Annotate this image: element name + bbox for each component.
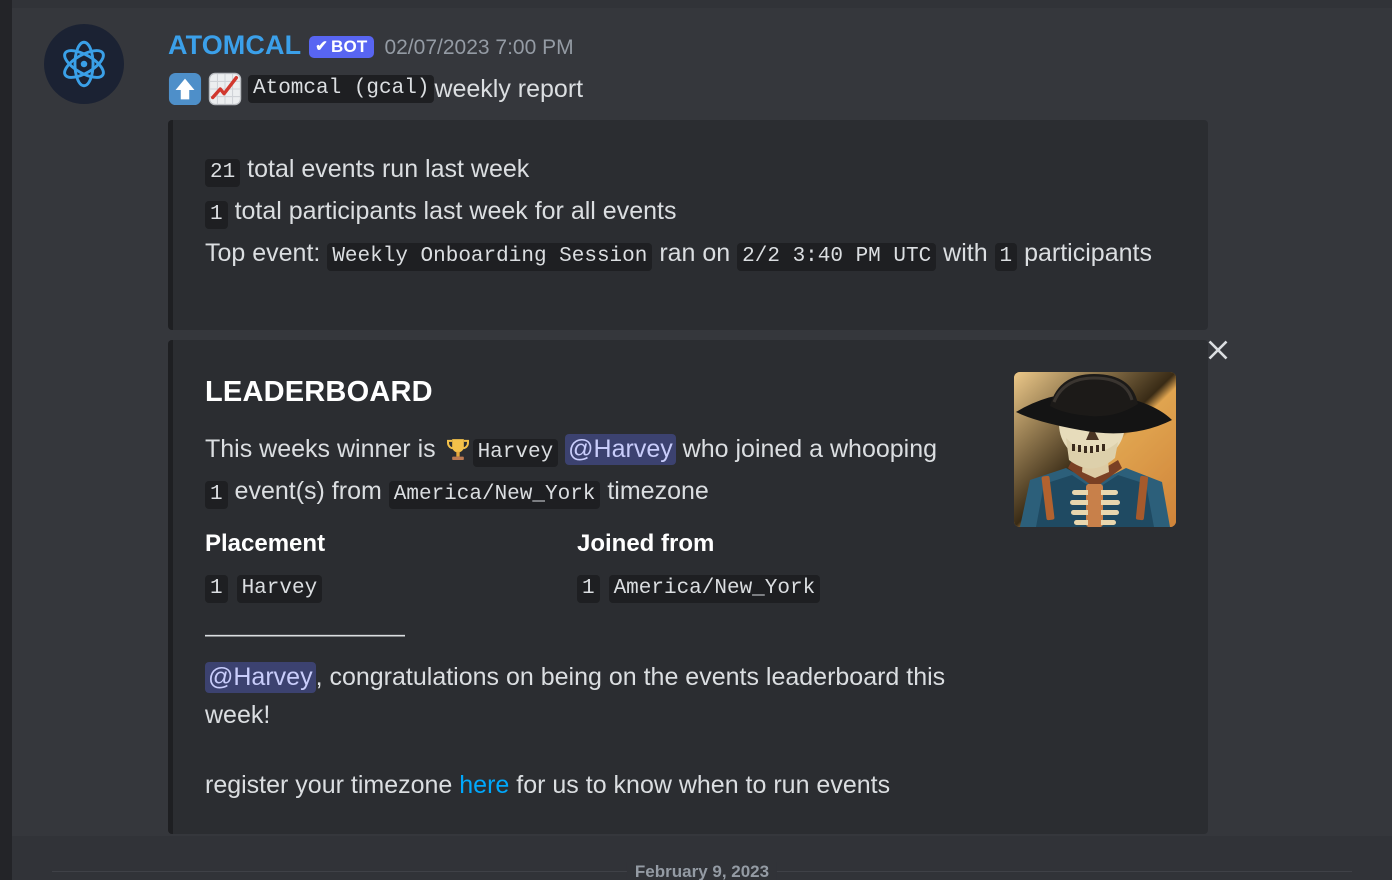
winner-name-code: Harvey	[472, 439, 559, 467]
register-prefix: register your timezone	[205, 771, 460, 799]
message-top-gutter	[12, 0, 1392, 8]
date-divider: February 9, 2023	[12, 862, 1392, 880]
top-event-middle: ran on	[652, 239, 738, 267]
total-participants-label: total participants last week for all eve…	[234, 197, 677, 225]
trophy-emoji	[443, 437, 473, 465]
top-event-name: Weekly Onboarding Session	[327, 243, 653, 271]
embed-1-description: 21 total events run last week 1 total pa…	[205, 150, 1165, 276]
field-placement-name: Placement	[205, 530, 326, 557]
field-placement: Placement 1 Harvey	[205, 530, 577, 606]
congrats-body: , congratulations on being on the events…	[205, 663, 946, 729]
field-joined-from: Joined from 1 America/New_York	[577, 530, 949, 606]
message-header: ATOMCAL ✔ BOT 02/07/2023 7:00 PM	[168, 30, 574, 61]
atom-logo-icon	[63, 40, 105, 88]
skeleton-cowboy-artwork-thumbnail[interactable]	[1014, 372, 1176, 527]
register-suffix: for us to know when to run events	[509, 771, 891, 799]
message-title-line: Atomcal (gcal) weekly report	[168, 72, 583, 106]
message-block[interactable]: ATOMCAL ✔ BOT 02/07/2023 7:00 PM Atomcal…	[12, 8, 1392, 836]
bot-badge-label: BOT	[330, 36, 368, 56]
congrats-mention[interactable]: @Harvey	[205, 662, 316, 693]
winner-joined-text: who joined a whooping	[675, 435, 938, 463]
placement-rank: 1	[205, 575, 228, 603]
winner-intro: This weeks winner is	[205, 435, 443, 463]
stat-line-total-events: 21 total events run last week	[205, 150, 1165, 192]
winner-mention[interactable]: @Harvey	[565, 434, 676, 465]
top-event-prefix: Top event:	[205, 239, 328, 267]
total-participants-count: 1	[205, 201, 228, 229]
top-event-with: with	[936, 239, 995, 267]
winner-timezone: America/New_York	[388, 481, 601, 509]
close-icon[interactable]	[1200, 332, 1236, 368]
joined-from-rank: 1	[577, 575, 600, 603]
discord-message-view: ATOMCAL ✔ BOT 02/07/2023 7:00 PM Atomcal…	[0, 0, 1392, 880]
winner-event-count: 1	[205, 481, 228, 509]
avatar[interactable]	[44, 24, 124, 104]
server-rail-sliver	[0, 0, 12, 880]
embed-divider-dashes: ————————	[205, 620, 405, 648]
top-event-participants: 1	[994, 243, 1018, 271]
embed-register-text: register your timezone here for us to kn…	[205, 766, 1025, 804]
title-suffix: weekly report	[434, 74, 584, 103]
register-timezone-link[interactable]: here	[459, 771, 509, 799]
field-placement-value: 1 Harvey	[205, 568, 577, 606]
verified-check-icon: ✔	[315, 37, 328, 55]
winner-timezone-suffix: timezone	[600, 477, 709, 505]
embed-2-description: This weeks winner is Harvey @Harvey who …	[205, 430, 965, 514]
bot-badge: ✔ BOT	[309, 35, 375, 58]
chart-increasing-emoji	[208, 72, 242, 106]
field-joined-from-name: Joined from	[577, 530, 715, 557]
top-event-suffix: participants	[1017, 239, 1152, 267]
stat-line-top-event: Top event: Weekly Onboarding Session ran…	[205, 234, 1165, 276]
up-arrow-emoji	[168, 72, 202, 106]
total-events-label: total events run last week	[247, 155, 530, 183]
top-event-time: 2/2 3:40 PM UTC	[737, 243, 937, 271]
embed-fields: Placement 1 Harvey Joined from 1 America…	[205, 530, 965, 606]
author-username[interactable]: ATOMCAL	[168, 30, 301, 61]
field-joined-from-value: 1 America/New_York	[577, 568, 949, 606]
winner-from-text: event(s) from	[227, 477, 389, 505]
date-divider-label: February 9, 2023	[626, 862, 778, 880]
title-code-text: Atomcal (gcal)	[248, 75, 435, 103]
close-x-glyph	[1208, 340, 1228, 360]
stat-line-total-participants: 1 total participants last week for all e…	[205, 192, 1165, 234]
placement-user: Harvey	[236, 575, 323, 603]
total-events-count: 21	[205, 159, 241, 187]
embed-leaderboard: LEADERBOARD This weeks winner is Harvey …	[168, 340, 1208, 834]
embed-congrats-text: @Harvey, congratulations on being on the…	[205, 658, 995, 734]
joined-from-timezone: America/New_York	[608, 575, 821, 603]
embed-2-title: LEADERBOARD	[205, 376, 433, 408]
thumbnail-artwork	[1014, 372, 1176, 527]
message-timestamp: 02/07/2023 7:00 PM	[384, 35, 574, 59]
embed-weekly-stats: 21 total events run last week 1 total pa…	[168, 120, 1208, 330]
